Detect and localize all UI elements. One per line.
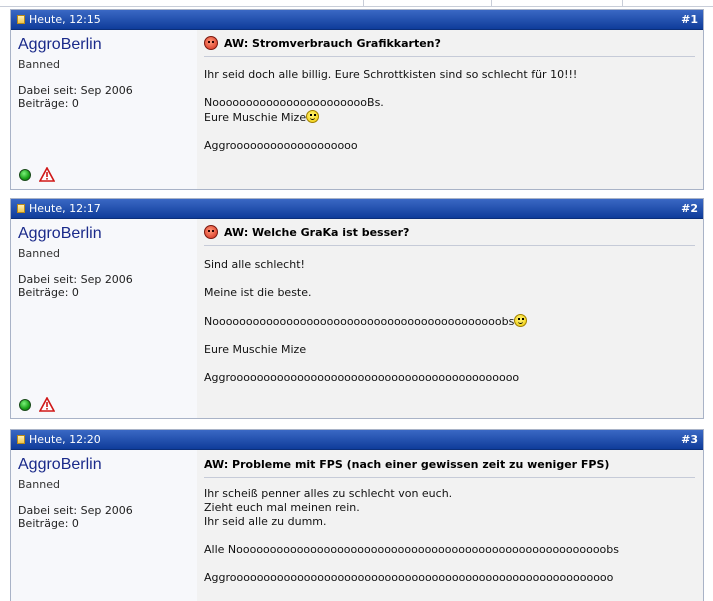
message-line: Eure Muschie Mize bbox=[204, 343, 307, 356]
smiley-icon bbox=[514, 314, 528, 327]
post-header: Heute, 12:17 #2 bbox=[11, 199, 703, 219]
message-line: Sind alle schlecht! bbox=[204, 258, 305, 271]
post-date: Heute, 12:17 bbox=[29, 202, 101, 215]
online-status-icon bbox=[19, 399, 31, 411]
post-1: Heute, 12:15 #1 AggroBerlin Banned Dabei… bbox=[10, 9, 704, 190]
post-content: AW: Stromverbrauch Grafikkarten? Ihr sei… bbox=[197, 30, 703, 189]
user-title: Banned bbox=[18, 478, 60, 491]
document-icon bbox=[17, 435, 25, 444]
post-content: AW: Probleme mit FPS (nach einer gewisse… bbox=[197, 450, 703, 601]
report-post-icon[interactable] bbox=[39, 167, 55, 182]
join-date: Dabei seit: Sep 2006 bbox=[18, 84, 133, 97]
user-info: AggroBerlin Banned Dabei seit: Sep 2006 … bbox=[11, 30, 197, 189]
message-text: Eure Muschie Mize bbox=[204, 111, 307, 124]
message-line: Ihr seid doch alle billig. Eure Schrottk… bbox=[204, 68, 578, 81]
message-line-with-smiley: Eure Muschie Mize bbox=[204, 110, 695, 125]
angry-face-icon bbox=[204, 225, 218, 239]
message-line: Aggrooooooooooooooooooo bbox=[204, 139, 358, 152]
report-post-icon[interactable] bbox=[39, 397, 55, 412]
post-title-text: AW: Welche GraKa ist besser? bbox=[224, 225, 410, 239]
username-link[interactable]: AggroBerlin bbox=[18, 36, 102, 54]
smiley-icon bbox=[306, 110, 320, 123]
post-2: Heute, 12:17 #2 AggroBerlin Banned Dabei… bbox=[10, 198, 704, 419]
online-status-icon bbox=[19, 169, 31, 181]
message-line: Ihr seid alle zu dumm. bbox=[204, 515, 327, 528]
post-count: Beiträge: 0 bbox=[18, 286, 79, 299]
message-line: Alle Noooooooooooooooooooooooooooooooooo… bbox=[204, 543, 619, 556]
post-title: AW: Stromverbrauch Grafikkarten? bbox=[204, 36, 695, 57]
message-line: NoooooooooooooooooooooooBs. bbox=[204, 96, 384, 109]
post-title-text: AW: Probleme mit FPS (nach einer gewisse… bbox=[204, 458, 610, 471]
message-line: Ihr scheiß penner alles zu schlecht von … bbox=[204, 487, 453, 500]
user-info: AggroBerlin Banned Dabei seit: Sep 2006 … bbox=[11, 219, 197, 418]
post-header: Heute, 12:15 #1 bbox=[11, 10, 703, 30]
post-message: Ihr scheiß penner alles zu schlecht von … bbox=[204, 487, 695, 585]
post-number-link[interactable]: #2 bbox=[681, 199, 698, 218]
document-icon bbox=[17, 204, 25, 213]
post-message: Ihr seid doch alle billig. Eure Schrottk… bbox=[204, 68, 695, 153]
post-count: Beiträge: 0 bbox=[18, 97, 79, 110]
post-date: Heute, 12:15 bbox=[29, 13, 101, 26]
post-3: Heute, 12:20 #3 AggroBerlin Banned Dabei… bbox=[10, 429, 704, 601]
user-info: AggroBerlin Banned Dabei seit: Sep 2006 … bbox=[11, 450, 197, 601]
post-title-text: AW: Stromverbrauch Grafikkarten? bbox=[224, 36, 441, 50]
post-number-link[interactable]: #3 bbox=[681, 430, 698, 449]
join-date: Dabei seit: Sep 2006 bbox=[18, 504, 133, 517]
message-line-with-smiley: Nooooooooooooooooooooooooooooooooooooooo… bbox=[204, 314, 695, 329]
message-line: Aggroooooooooooooooooooooooooooooooooooo… bbox=[204, 571, 614, 584]
post-count: Beiträge: 0 bbox=[18, 517, 79, 530]
post-title: AW: Welche GraKa ist besser? bbox=[204, 225, 695, 246]
username-link[interactable]: AggroBerlin bbox=[18, 456, 102, 474]
post-message: Sind alle schlecht! Meine ist die beste.… bbox=[204, 258, 695, 385]
angry-face-icon bbox=[204, 36, 218, 50]
message-line: Aggroooooooooooooooooooooooooooooooooooo… bbox=[204, 371, 520, 384]
top-strip bbox=[0, 0, 713, 7]
post-title: AW: Probleme mit FPS (nach einer gewisse… bbox=[204, 458, 695, 478]
post-header: Heute, 12:20 #3 bbox=[11, 430, 703, 450]
document-icon bbox=[17, 15, 25, 24]
post-date: Heute, 12:20 bbox=[29, 433, 101, 446]
post-number-link[interactable]: #1 bbox=[681, 10, 698, 29]
user-title: Banned bbox=[18, 58, 60, 71]
message-text: Nooooooooooooooooooooooooooooooooooooooo… bbox=[204, 315, 515, 328]
post-content: AW: Welche GraKa ist besser? Sind alle s… bbox=[197, 219, 703, 418]
user-title: Banned bbox=[18, 247, 60, 260]
join-date: Dabei seit: Sep 2006 bbox=[18, 273, 133, 286]
message-line: Meine ist die beste. bbox=[204, 286, 312, 299]
username-link[interactable]: AggroBerlin bbox=[18, 225, 102, 243]
message-line: Zieht euch mal meinen rein. bbox=[204, 501, 360, 514]
